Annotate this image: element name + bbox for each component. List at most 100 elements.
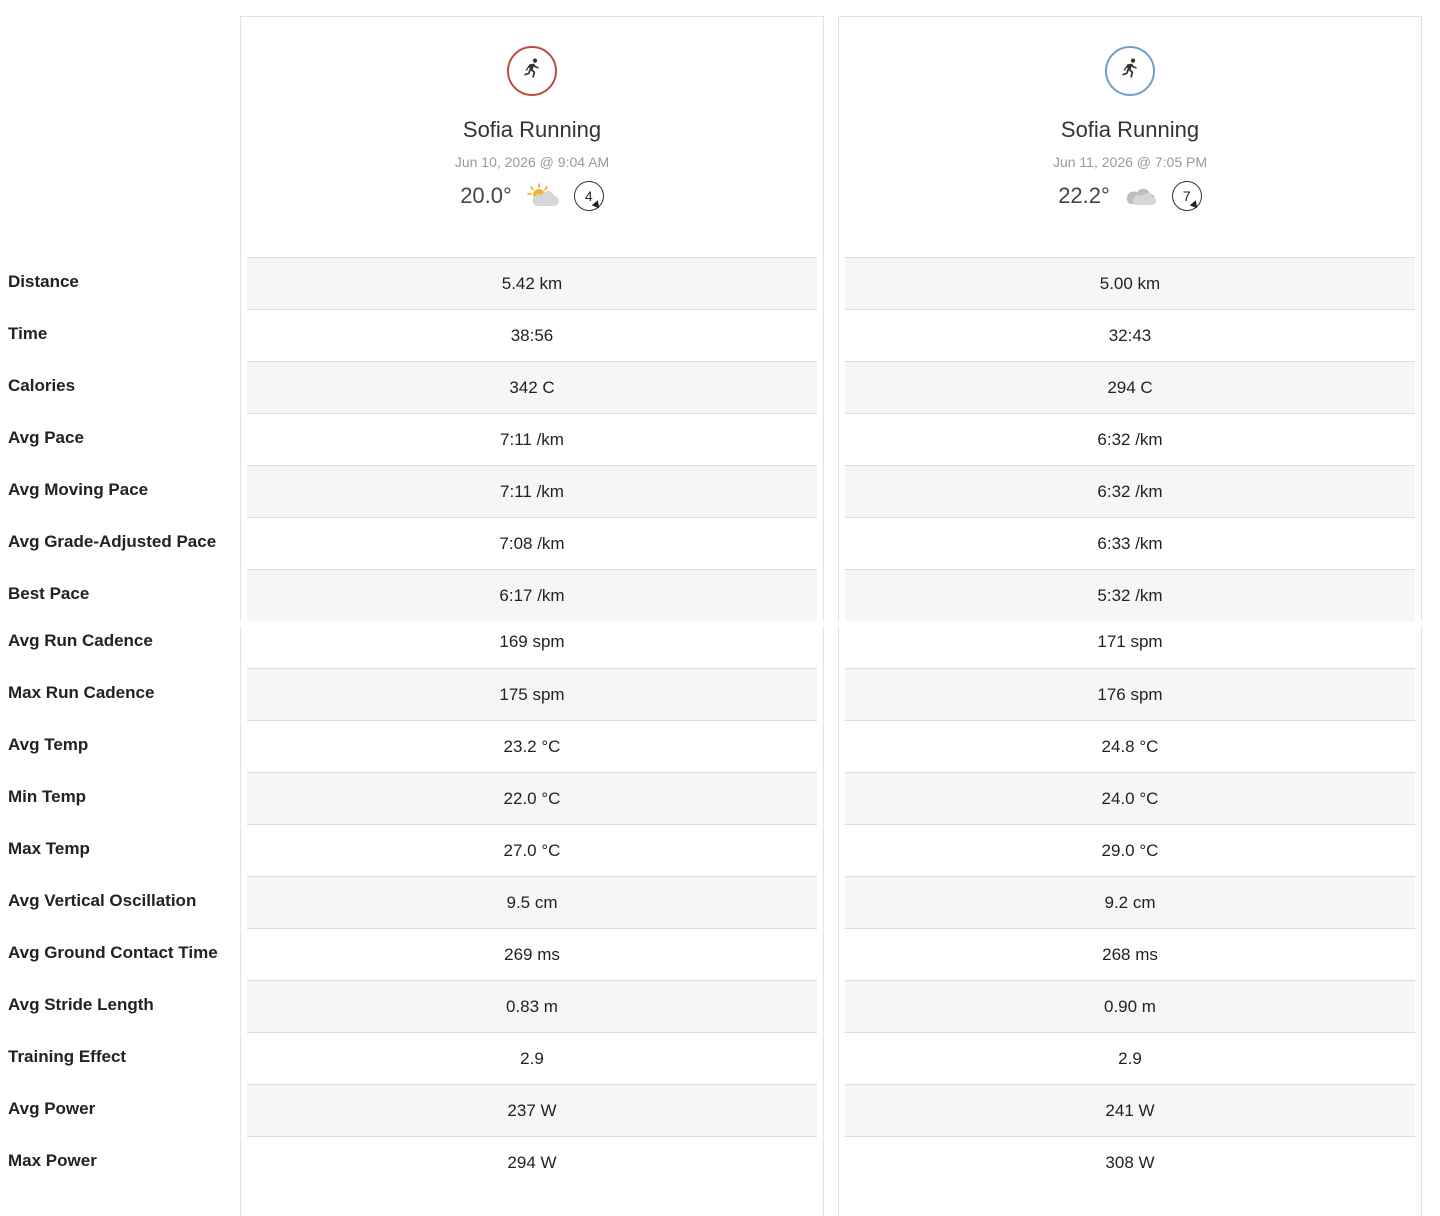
activity-date: Jun 11, 2026 @ 7:05 PM — [1052, 154, 1208, 170]
metric-label: Avg Temp — [8, 735, 89, 754]
metric-value: 32:43 — [1108, 325, 1152, 345]
metric-value: 38:56 — [510, 325, 554, 345]
metric-label: Avg Grade-Adjusted Pace — [8, 532, 217, 551]
metric-value: 269 ms — [504, 944, 560, 964]
activity-date: Jun 10, 2026 @ 9:04 AM — [454, 154, 610, 170]
activity-header: Sofia Running Jun 10, 2026 @ 9:04 AM 20.… — [241, 17, 823, 257]
metric-label: Calories — [8, 376, 76, 395]
metric-value: 171 spm — [1097, 632, 1163, 651]
activity-column-2: Sofia Running Jun 11, 2026 @ 7:05 PM 22.… — [838, 16, 1422, 1216]
activity-type-badge[interactable] — [507, 46, 557, 96]
metric-value: 308 W — [1105, 1152, 1155, 1172]
metric-value-row: 6:32 /km — [845, 465, 1415, 517]
activity-name[interactable]: Sofia Running — [839, 117, 1421, 143]
metric-value-row: 7:11 /km — [247, 465, 817, 517]
metric-value: 176 spm — [1097, 684, 1163, 704]
metric-value-row: 342 C — [247, 361, 817, 413]
metric-value-row: 9.2 cm — [845, 876, 1415, 928]
metric-label: Max Run Cadence — [8, 683, 155, 702]
cloudy-icon — [1124, 183, 1158, 209]
activity-type-badge[interactable] — [1105, 46, 1155, 96]
metric-value: 5.42 km — [501, 273, 563, 293]
metric-label: Avg Stride Length — [8, 995, 154, 1014]
metric-value: 7:11 /km — [500, 481, 564, 501]
metric-value-row: 294 C — [845, 361, 1415, 413]
metric-value: 169 spm — [499, 632, 565, 651]
metric-value: 6:33 /km — [1097, 533, 1163, 553]
metric-label: Training Effect — [8, 1047, 127, 1066]
metric-value-row: 9.5 cm — [247, 876, 817, 928]
metric-value-row: 268 ms — [845, 928, 1415, 980]
metric-value-row: 29.0 °C — [845, 824, 1415, 876]
metric-value: 237 W — [507, 1100, 557, 1120]
metric-label: Avg Power — [8, 1099, 96, 1118]
partly-sunny-icon — [526, 183, 560, 209]
metric-value: 6:17 /km — [499, 585, 565, 605]
metric-value-row: 0.90 m — [845, 980, 1415, 1032]
metric-label: Distance — [8, 272, 79, 291]
wind-speed: 7 — [1182, 188, 1191, 204]
metric-value: 7:08 /km — [499, 533, 565, 553]
metric-value: 23.2 °C — [503, 736, 561, 756]
metric-value: 342 C — [509, 377, 555, 397]
metric-value: 9.2 cm — [1104, 892, 1156, 912]
metric-value-row: 294 W — [247, 1136, 817, 1188]
metric-value-row: 5.00 km — [845, 257, 1415, 309]
metric-value-row: 6:33 /km — [845, 517, 1415, 569]
running-icon — [1118, 57, 1142, 86]
metric-value-row: 5:32 /km — [845, 569, 1415, 621]
metric-value-row: 23.2 °C — [247, 720, 817, 772]
metric-value-row: 169 spm — [247, 616, 817, 668]
metric-value: 0.83 m — [506, 996, 558, 1016]
metric-value: 5:32 /km — [1097, 585, 1163, 605]
metric-value-row: 0.83 m — [247, 980, 817, 1032]
running-icon — [520, 57, 544, 86]
metric-value-row: 2.9 — [845, 1032, 1415, 1084]
metric-value: 6:32 /km — [1097, 429, 1163, 449]
metric-value: 0.90 m — [1104, 996, 1156, 1016]
metric-value: 29.0 °C — [1101, 840, 1159, 860]
metric-value-row: 7:11 /km — [247, 413, 817, 465]
wind-indicator: 7 — [1171, 181, 1202, 211]
metric-value: 24.0 °C — [1101, 788, 1159, 808]
metric-value: 24.8 °C — [1101, 736, 1159, 756]
metric-value: 6:32 /km — [1097, 481, 1163, 501]
metric-label: Min Temp — [8, 787, 87, 806]
metric-value: 9.5 cm — [506, 892, 558, 912]
weather-temperature: 20.0° — [460, 183, 512, 208]
metric-value-row: 27.0 °C — [247, 824, 817, 876]
metric-label: Max Temp — [8, 839, 90, 858]
activity-name[interactable]: Sofia Running — [241, 117, 823, 143]
metric-value-row: 308 W — [845, 1136, 1415, 1188]
metric-label: Avg Ground Contact Time — [8, 943, 218, 962]
metric-label: Best Pace — [8, 584, 90, 603]
metric-label: Max Power — [8, 1151, 97, 1170]
metric-value-row: 171 spm — [845, 616, 1415, 668]
metric-label: Avg Moving Pace — [8, 480, 149, 499]
wind-speed: 4 — [584, 188, 593, 204]
metric-value-row: 237 W — [247, 1084, 817, 1136]
metric-label: Avg Vertical Oscillation — [8, 891, 197, 910]
metric-label: Avg Pace — [8, 428, 84, 447]
metric-value-row: 24.0 °C — [845, 772, 1415, 824]
metric-value: 2.9 — [1118, 1048, 1142, 1068]
weather-info: 20.0° 4 — [241, 181, 823, 211]
metric-value-row: 2.9 — [247, 1032, 817, 1084]
metric-value-row: 241 W — [845, 1084, 1415, 1136]
metric-value-row: 6:32 /km — [845, 413, 1415, 465]
activity-header: Sofia Running Jun 11, 2026 @ 7:05 PM 22.… — [839, 17, 1421, 257]
metric-value-row: 38:56 — [247, 309, 817, 361]
metric-value: 2.9 — [520, 1048, 544, 1068]
metric-value-row: 176 spm — [845, 668, 1415, 720]
weather-temperature: 22.2° — [1058, 183, 1110, 208]
metric-value: 22.0 °C — [503, 788, 561, 808]
wind-direction-icon — [1189, 200, 1201, 211]
metric-value-row: 269 ms — [247, 928, 817, 980]
weather-info: 22.2° 7 — [839, 181, 1421, 211]
metric-value: 175 spm — [499, 684, 565, 704]
metric-label: Avg Run Cadence — [8, 631, 153, 650]
metric-value-row: 32:43 — [845, 309, 1415, 361]
metric-value-row: 24.8 °C — [845, 720, 1415, 772]
activity-column-1: Sofia Running Jun 10, 2026 @ 9:04 AM 20.… — [240, 16, 824, 1216]
metric-value: 294 C — [1107, 377, 1153, 397]
